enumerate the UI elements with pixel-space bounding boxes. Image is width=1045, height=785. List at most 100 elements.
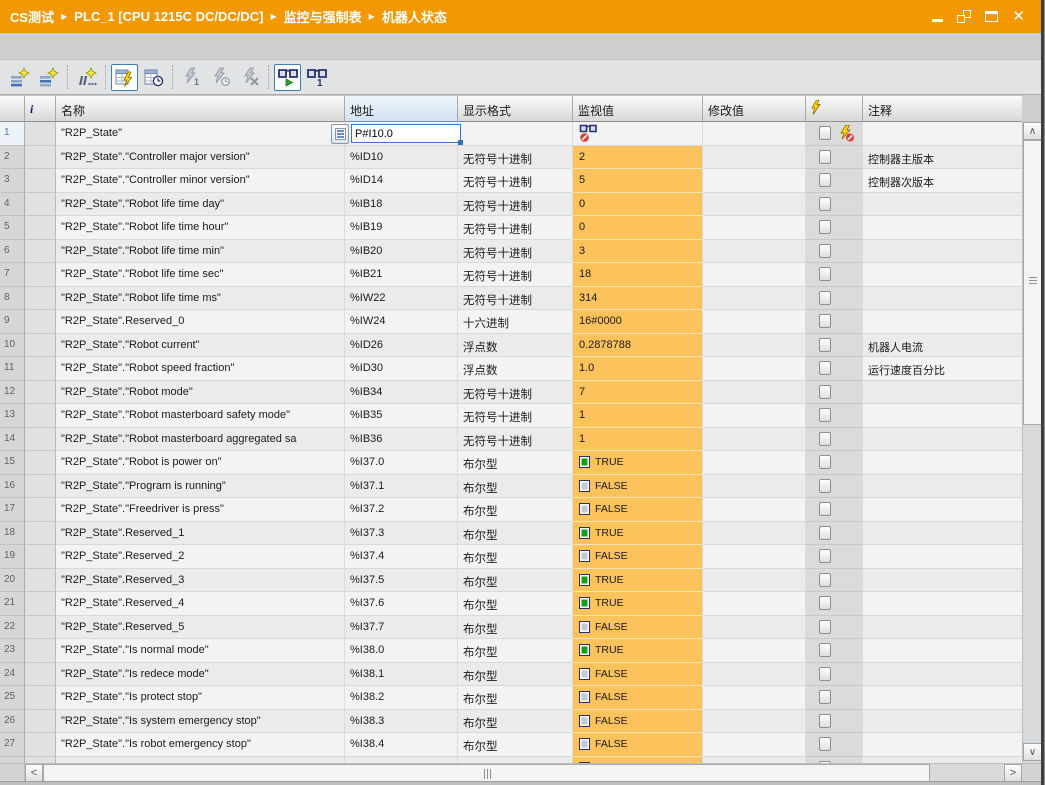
address-cell[interactable]: %I37.6 — [345, 592, 458, 616]
modify-value-cell[interactable] — [703, 663, 806, 687]
force-cell[interactable] — [806, 733, 863, 757]
variable-name-cell[interactable]: "R2P_State"."Robot life time min" — [56, 240, 345, 264]
address-cell[interactable]: %I38.3 — [345, 710, 458, 734]
force-cell[interactable] — [806, 146, 863, 170]
variable-name-cell[interactable]: "R2P_State"."Is system emergency stop" — [56, 710, 345, 734]
modify-value-cell[interactable] — [703, 451, 806, 475]
row-number[interactable]: 14 — [0, 428, 25, 452]
address-cell[interactable]: %IB36 — [345, 428, 458, 452]
monitor-once-glasses-icon[interactable]: 1 — [303, 64, 330, 91]
force-checkbox[interactable] — [819, 526, 831, 540]
modify-value-cell[interactable] — [703, 475, 806, 499]
address-cell[interactable]: %IB35 — [345, 404, 458, 428]
row-info-cell[interactable] — [25, 216, 56, 240]
address-cell[interactable]: %I38.2 — [345, 686, 458, 710]
variable-name-cell[interactable]: "R2P_State"."Robot masterboard aggregate… — [56, 428, 345, 452]
display-format-cell[interactable]: 布尔型 — [458, 639, 573, 663]
monitor-value-cell[interactable]: TRUE TRUE — [573, 522, 703, 546]
comment-cell[interactable] — [863, 522, 1022, 546]
row-number[interactable]: 27 — [0, 733, 25, 757]
force-cell[interactable] — [806, 498, 863, 522]
row-number[interactable]: 21 — [0, 592, 25, 616]
row-number[interactable]: 4 — [0, 193, 25, 217]
variable-name-cell[interactable]: "R2P_State"."Is robot emergency stop" — [56, 733, 345, 757]
monitor-value-cell[interactable]: FALSE FALSE — [573, 498, 703, 522]
row-number[interactable]: 15 — [0, 451, 25, 475]
comment-cell[interactable]: 机器人电流 — [863, 334, 1022, 358]
force-cell[interactable] — [806, 639, 863, 663]
header-monitor-value[interactable]: 监视值 — [573, 95, 703, 122]
force-checkbox[interactable] — [819, 573, 831, 587]
row-info-cell[interactable] — [25, 146, 56, 170]
row-number[interactable]: 12 — [0, 381, 25, 405]
force-checkbox[interactable] — [819, 361, 831, 375]
force-cell[interactable] — [806, 216, 863, 240]
comment-cell[interactable] — [863, 475, 1022, 499]
comment-cell[interactable]: 控制器主版本 — [863, 146, 1022, 170]
force-cell[interactable] — [806, 193, 863, 217]
display-format-cell[interactable]: 布尔型 — [458, 663, 573, 687]
modify-value-cell[interactable] — [703, 216, 806, 240]
comment-cell[interactable] — [863, 240, 1022, 264]
modify-with-trigger-icon[interactable] — [207, 64, 234, 91]
comment-cell[interactable] — [863, 686, 1022, 710]
force-cell[interactable] — [806, 122, 863, 146]
display-format-cell[interactable]: 布尔型 — [458, 545, 573, 569]
monitor-value-cell[interactable]: FALSE FALSE — [573, 710, 703, 734]
modify-once-icon[interactable]: 1 — [178, 64, 205, 91]
variable-name-cell[interactable]: "R2P_State"."Controller minor version" — [56, 169, 345, 193]
address-cell[interactable]: %I38.1 — [345, 663, 458, 687]
comment-cell[interactable] — [863, 710, 1022, 734]
force-checkbox[interactable] — [819, 126, 831, 140]
variable-name-cell[interactable]: "R2P_State"."Controller major version" — [56, 146, 345, 170]
force-cell[interactable] — [806, 616, 863, 640]
force-cell[interactable] — [806, 334, 863, 358]
address-cell[interactable]: %IW24 — [345, 310, 458, 334]
vertical-scrollbar[interactable]: ∧ ∨ — [1022, 122, 1041, 763]
display-format-cell[interactable]: 浮点数 — [458, 334, 573, 358]
display-format-cell[interactable]: 布尔型 — [458, 710, 573, 734]
force-checkbox[interactable] — [819, 479, 831, 493]
force-cell[interactable] — [806, 404, 863, 428]
row-info-cell[interactable] — [25, 240, 56, 264]
row-number[interactable]: 25 — [0, 686, 25, 710]
force-checkbox[interactable] — [819, 667, 831, 681]
modify-value-cell[interactable] — [703, 193, 806, 217]
force-checkbox[interactable] — [819, 408, 831, 422]
force-cell[interactable] — [806, 263, 863, 287]
address-cell[interactable]: P#I10.0 — [345, 122, 458, 146]
row-info-cell[interactable] — [25, 545, 56, 569]
header-modify-value[interactable]: 修改值 — [703, 95, 806, 122]
display-format-cell[interactable]: 无符号十进制 — [458, 216, 573, 240]
comment-cell[interactable] — [863, 663, 1022, 687]
vertical-scrollbar-thumb[interactable] — [1023, 140, 1042, 425]
variable-name-cell[interactable]: "R2P_State"."Robot masterboard safety mo… — [56, 404, 345, 428]
row-number[interactable]: 19 — [0, 545, 25, 569]
display-format-cell[interactable] — [458, 122, 573, 146]
modify-value-cell[interactable] — [703, 710, 806, 734]
display-format-cell[interactable]: 无符号十进制 — [458, 169, 573, 193]
monitor-value-cell[interactable]: 1 1 — [573, 404, 703, 428]
row-info-cell[interactable] — [25, 475, 56, 499]
monitor-now-table-icon[interactable] — [140, 64, 167, 91]
modify-value-cell[interactable] — [703, 310, 806, 334]
comment-cell[interactable] — [863, 569, 1022, 593]
variable-name-cell[interactable]: "R2P_State"."Robot life time day" — [56, 193, 345, 217]
breadcrumb-item-project[interactable]: CS测试 — [10, 7, 54, 26]
row-number[interactable]: 24 — [0, 663, 25, 687]
comment-cell[interactable] — [863, 287, 1022, 311]
comment-cell[interactable] — [863, 616, 1022, 640]
address-cell[interactable]: %I37.1 — [345, 475, 458, 499]
modify-value-cell[interactable] — [703, 169, 806, 193]
force-cell[interactable] — [806, 310, 863, 334]
force-cell[interactable] — [806, 686, 863, 710]
row-info-cell[interactable] — [25, 193, 56, 217]
address-cell[interactable]: %IB20 — [345, 240, 458, 264]
comment-cell[interactable] — [863, 639, 1022, 663]
force-checkbox[interactable] — [819, 432, 831, 446]
display-format-cell[interactable]: 布尔型 — [458, 451, 573, 475]
monitor-value-cell[interactable]: TRUE TRUE — [573, 451, 703, 475]
address-cell[interactable]: %ID26 — [345, 334, 458, 358]
display-format-cell[interactable]: 布尔型 — [458, 498, 573, 522]
comment-cell[interactable] — [863, 310, 1022, 334]
